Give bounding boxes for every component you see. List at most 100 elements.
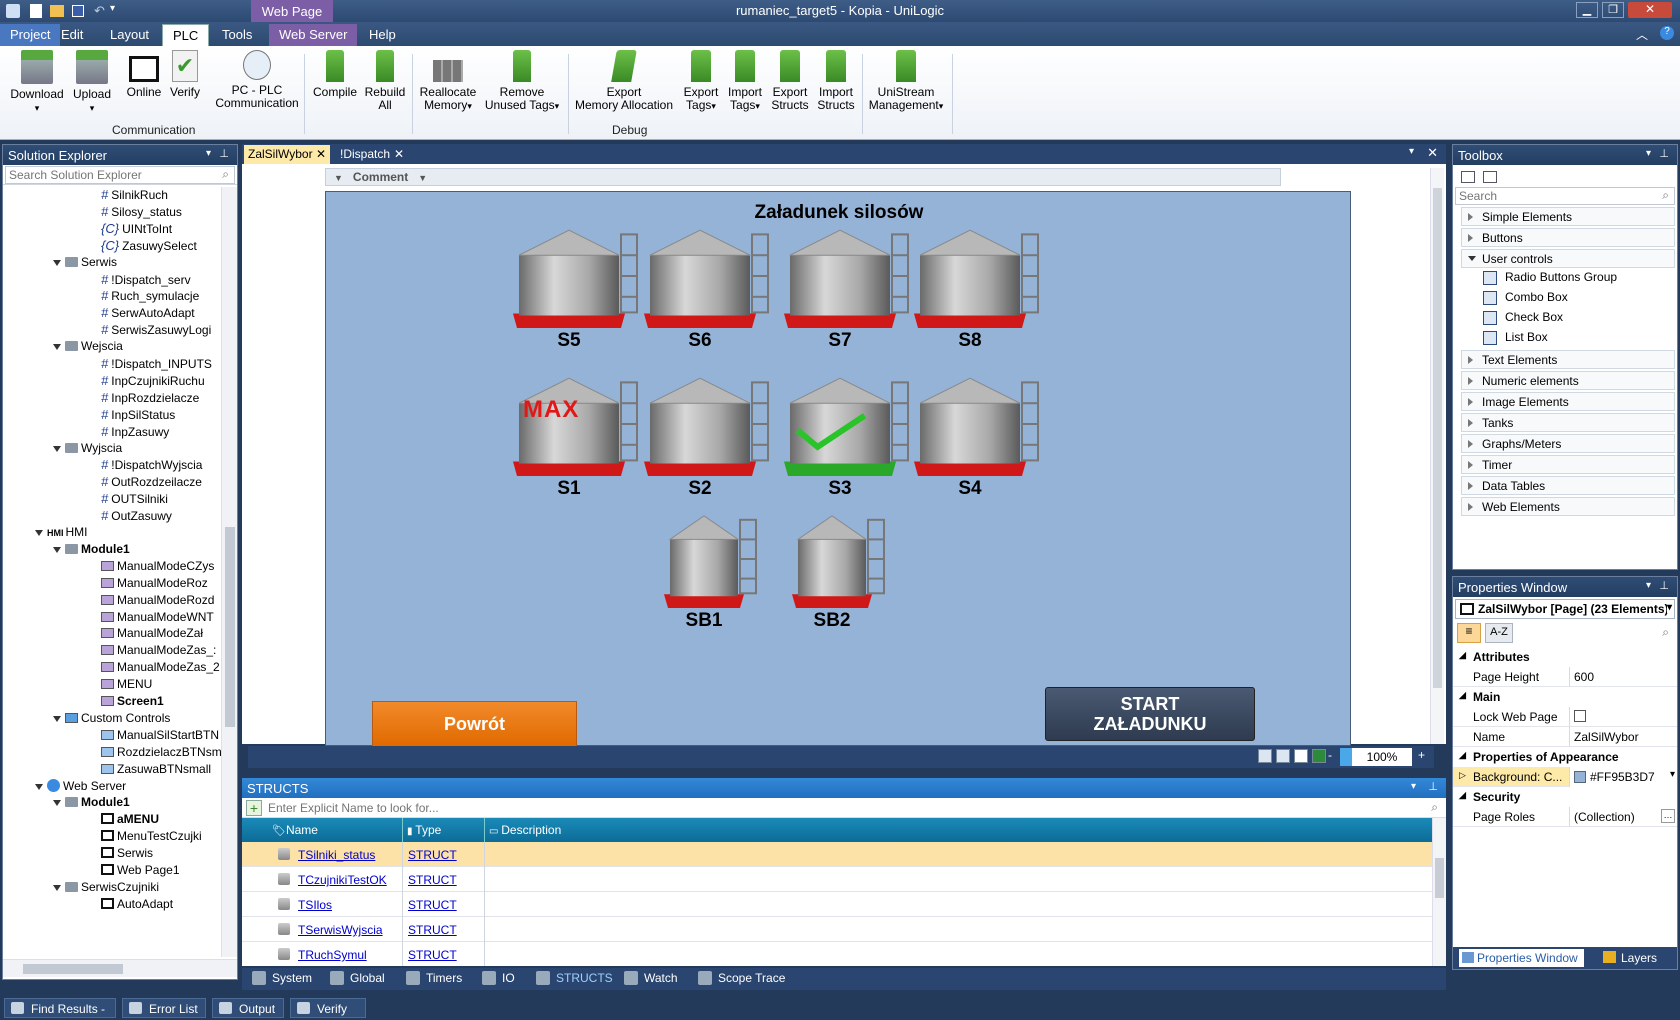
import-tags-button[interactable]: Import Tags▾ (724, 50, 766, 113)
column-header-type[interactable]: ▮ Type (402, 818, 445, 842)
column-header-description[interactable]: ▭ Description (484, 818, 565, 842)
toolbox-item[interactable]: Combo Box (1483, 290, 1568, 308)
scrollbar-thumb[interactable] (225, 527, 235, 727)
close-document-icon[interactable]: ✕ (1427, 145, 1438, 161)
tree-item[interactable]: ManualModeRoz (101, 576, 208, 594)
tree-item[interactable]: MenuTestCzujki (101, 829, 202, 847)
silo-s6[interactable]: S6 (644, 224, 776, 358)
canvas-scrollbar-thumb[interactable] (1433, 188, 1442, 688)
tree-item[interactable]: AutoAdapt (101, 897, 173, 915)
tree-item[interactable]: ManualModeRozd (101, 593, 214, 611)
silo-s8[interactable]: S8 (914, 224, 1046, 358)
tab-web-server[interactable]: Web Server (269, 24, 358, 46)
struct-type-link[interactable]: STRUCT (408, 898, 457, 912)
help-icon[interactable]: ? (1660, 26, 1674, 40)
toolbox-category[interactable]: Text Elements (1461, 350, 1675, 369)
zoom-in-icon[interactable]: + (1418, 748, 1425, 762)
struct-name-link[interactable]: TCzujnikiTestOK (298, 873, 387, 887)
zoom-level[interactable]: 100% (1340, 748, 1412, 766)
expand-arrow-icon[interactable] (35, 530, 43, 536)
categorized-view-icon[interactable]: ≡ (1457, 623, 1481, 643)
struct-type-link[interactable]: STRUCT (408, 848, 457, 862)
tree-item[interactable]: # OutZasuwy (101, 508, 172, 526)
tab-global[interactable]: Global (330, 971, 385, 985)
toolbox-sort-icon[interactable] (1483, 171, 1497, 183)
prop-lock-web-page[interactable]: Lock Web Page (1453, 707, 1677, 727)
close-tab-icon[interactable]: ✕ (316, 147, 326, 161)
horizontal-scrollbar-thumb[interactable] (23, 964, 123, 974)
tree-item[interactable]: MENU (101, 677, 152, 695)
tree-item[interactable]: Serwis (101, 846, 153, 864)
prop-background-color[interactable]: ▷ Background: C... #FF95B3D7 ▾ (1453, 767, 1677, 787)
table-row[interactable]: TRuchSymul STRUCT (242, 942, 1432, 966)
silo-sb2[interactable]: SB2 (792, 510, 892, 638)
struct-search-input[interactable] (268, 799, 1418, 817)
tree-item[interactable]: # Silosy_status (101, 204, 182, 222)
tree-item[interactable]: # !DispatchWyjscia (101, 457, 202, 475)
struct-name-link[interactable]: TSerwisWyjscia (298, 923, 383, 937)
tree-item[interactable]: ManualModeWNT (101, 610, 214, 628)
status-tab-output[interactable]: Output (212, 998, 284, 1018)
silo-s7[interactable]: S7 (784, 224, 916, 358)
tree-item[interactable]: Serwis (53, 255, 117, 273)
expand-arrow-icon[interactable] (53, 259, 61, 266)
vertical-scrollbar[interactable] (221, 187, 237, 957)
online-button[interactable]: Online (124, 50, 164, 99)
object-selector-dropdown[interactable]: ZalSilWybor [Page] (23 Elements) ▾ (1455, 599, 1675, 619)
remove-unused-tags-button[interactable]: Remove Unused Tags▾ (482, 50, 562, 113)
table-row[interactable]: TCzujnikiTestOK STRUCT (242, 867, 1432, 892)
add-struct-icon[interactable]: + (246, 800, 262, 816)
tree-item[interactable]: Wejscia (53, 339, 123, 357)
verify-button[interactable]: ✔ Verify (166, 50, 204, 99)
toolbox-category[interactable]: Graphs/Meters (1461, 434, 1675, 453)
minimize-icon[interactable]: ▁ (1576, 2, 1598, 18)
tree-item[interactable]: # InpZasuwy (101, 424, 169, 442)
zoom-icon[interactable] (1276, 749, 1290, 763)
prop-page-roles[interactable]: Page Roles (Collection)… (1453, 807, 1677, 827)
tab-system[interactable]: System (252, 971, 312, 985)
unistream-management-button[interactable]: UniStream Management▾ (864, 50, 948, 113)
export-structs-button[interactable]: Export Structs (768, 50, 812, 112)
tree-item[interactable]: Module1 (53, 795, 130, 813)
toolbox-category[interactable]: Timer (1461, 455, 1675, 474)
collapse-ribbon-icon[interactable]: ︿ (1636, 26, 1648, 43)
status-tab-find-results[interactable]: Find Results - (4, 998, 116, 1018)
solution-explorer-search-input[interactable] (5, 166, 235, 184)
download-button[interactable]: Download ▾ (8, 50, 66, 115)
toolbox-category[interactable]: Simple Elements (1461, 207, 1675, 226)
tree-item[interactable]: Module1 (53, 542, 130, 560)
pin-icon[interactable]: ⊥ (1428, 780, 1438, 793)
expand-arrow-icon[interactable] (53, 546, 61, 553)
alphabetical-view-button[interactable]: A-Z (1485, 623, 1513, 643)
tree-item[interactable]: ZasuwaBTNsmall (101, 762, 211, 780)
tree-item[interactable]: Screen1 (101, 694, 164, 712)
tree-item[interactable]: Web Server (35, 778, 126, 797)
restore-icon[interactable]: ❐ (1602, 2, 1624, 18)
grid-icon[interactable] (1312, 749, 1326, 763)
toolbox-item[interactable]: Radio Buttons Group (1483, 270, 1617, 288)
pin-icon[interactable]: ⊥ (1659, 579, 1669, 592)
tree-item[interactable]: Custom Controls (53, 711, 170, 729)
tree-item[interactable]: # Ruch_symulacje (101, 288, 199, 306)
struct-type-link[interactable]: STRUCT (408, 873, 457, 887)
pin-icon[interactable]: ⊥ (219, 147, 229, 160)
export-tags-button[interactable]: Export Tags▾ (680, 50, 722, 113)
close-window-icon[interactable]: ✕ (1628, 2, 1672, 18)
tree-item[interactable]: # OUTSilniki (101, 491, 168, 509)
reallocate-memory-button[interactable]: Reallocate Memory▾ (416, 50, 480, 113)
back-button[interactable]: Powrót (372, 701, 577, 747)
table-row[interactable]: TSIlos STRUCT (242, 892, 1432, 917)
import-structs-button[interactable]: Import Structs (814, 50, 858, 112)
tab-io[interactable]: IO (482, 971, 515, 985)
tree-item[interactable]: # InpCzujnikiRuchu (101, 373, 205, 391)
struct-name-link[interactable]: TSilniki_status (298, 848, 375, 862)
panel-dropdown-icon[interactable]: ▾ (206, 148, 211, 159)
status-tab-verify[interactable]: Verify (290, 998, 366, 1018)
tree-item[interactable]: Wyjscia (53, 441, 122, 459)
structs-scrollbar-thumb[interactable] (1435, 858, 1444, 898)
zoom-out-icon[interactable]: - (1328, 748, 1332, 762)
tree-item[interactable]: ManualModeCZys (101, 559, 214, 577)
toolbox-category[interactable]: Image Elements (1461, 392, 1675, 411)
tree-item[interactable]: aMENU (101, 812, 159, 830)
export-memory-allocation-button[interactable]: Export Memory Allocation (572, 50, 676, 112)
